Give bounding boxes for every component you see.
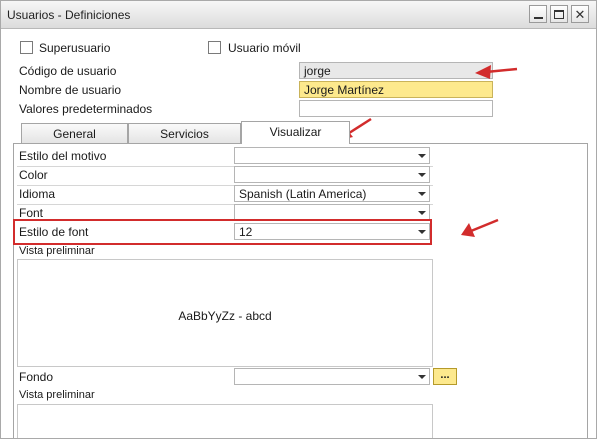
arrow-font-size [470,218,499,233]
tab-display[interactable]: Visualizar [241,121,350,144]
tab-display-label: Visualizar [269,125,322,139]
arrow-user-code-head [475,65,491,79]
user-definitions-window: Usuarios - Definiciones ✕ Superusuario U… [0,0,597,439]
annotation-arrows [337,65,518,237]
